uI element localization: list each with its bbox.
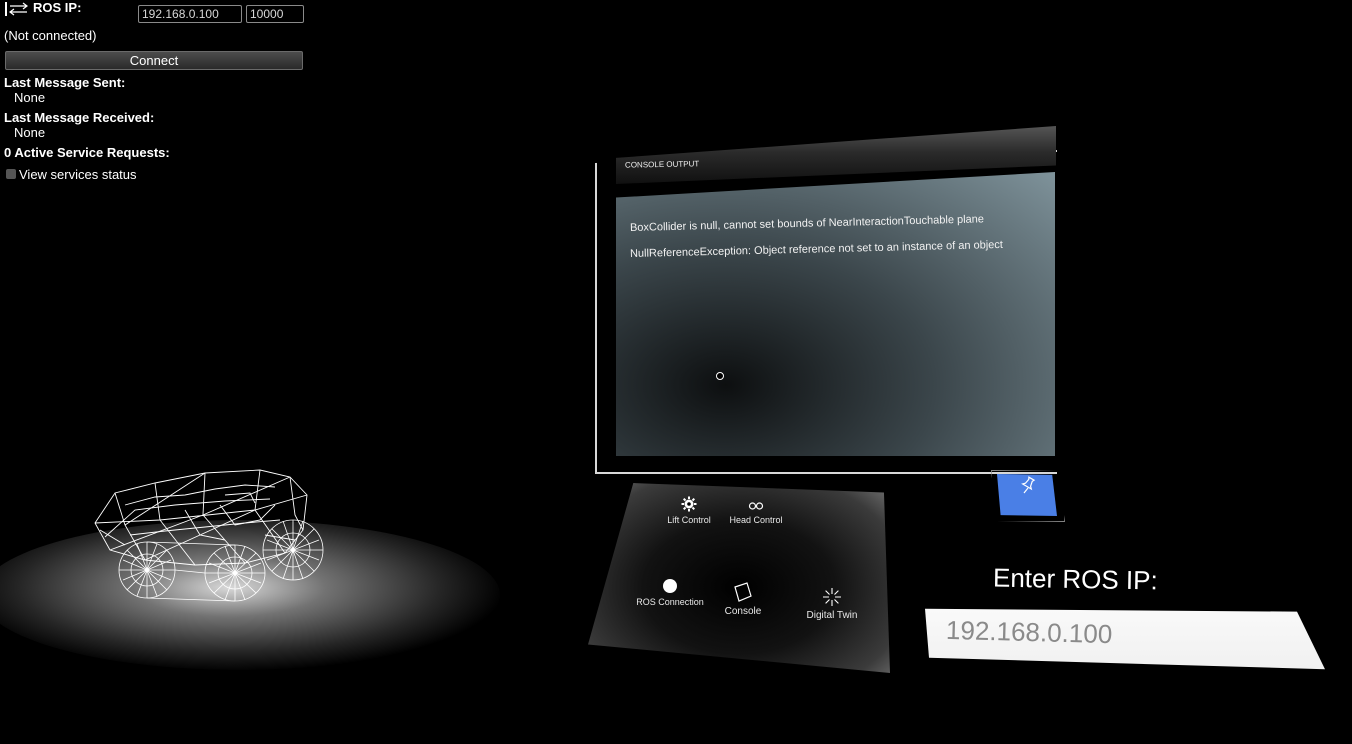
ros-port-input[interactable] (246, 5, 304, 23)
console-button[interactable]: Console (720, 581, 766, 617)
ros-connection-panel: ROS IP: (Not connected) Connect Last Mes… (0, 0, 310, 190)
last-message-received-label: Last Message Received: (4, 110, 155, 125)
ros-ip-3d-input-value: 192.168.0.100 (945, 614, 1113, 650)
view-services-checkbox[interactable] (6, 169, 16, 179)
robot-wireframe (94, 469, 324, 602)
connect-button[interactable]: Connect (5, 51, 303, 70)
lift-control-label: Lift Control (667, 515, 711, 525)
last-message-received-value: None (14, 125, 46, 140)
console-output-area[interactable] (616, 172, 1055, 456)
last-message-sent-label: Last Message Sent: (4, 75, 126, 90)
ros-connection-label: ROS Connection (636, 597, 704, 607)
pointer-cursor-icon (716, 372, 724, 380)
ros-ip-input[interactable] (138, 5, 242, 23)
sparkle-icon (823, 588, 841, 606)
ros-connection-button[interactable]: ROS Connection (630, 578, 710, 607)
console-title: CONSOLE OUTPUT (624, 159, 700, 170)
active-service-requests-label: 0 Active Service Requests: (4, 145, 170, 160)
view-services-label: View services status (19, 167, 137, 182)
head-control-label: Head Control (729, 515, 783, 525)
gear-icon (681, 496, 697, 512)
console-label: Console (724, 606, 762, 617)
window-icon (734, 582, 752, 602)
enter-ros-ip-title: Enter ROS IP: (992, 562, 1158, 596)
digital-twin-button[interactable]: Digital Twin (800, 587, 864, 621)
pin-icon (1021, 476, 1036, 494)
circle-icon (663, 579, 677, 593)
connection-arrows-icon (5, 2, 28, 16)
glasses-icon (748, 502, 764, 510)
last-message-sent-value: None (14, 90, 46, 105)
ros-ip-label: ROS IP: (33, 0, 82, 15)
connection-status: (Not connected) (4, 28, 97, 43)
lift-control-button[interactable]: Lift Control (662, 496, 716, 525)
head-control-button[interactable]: Head Control (724, 500, 788, 525)
digital-twin-label: Digital Twin (806, 610, 858, 621)
